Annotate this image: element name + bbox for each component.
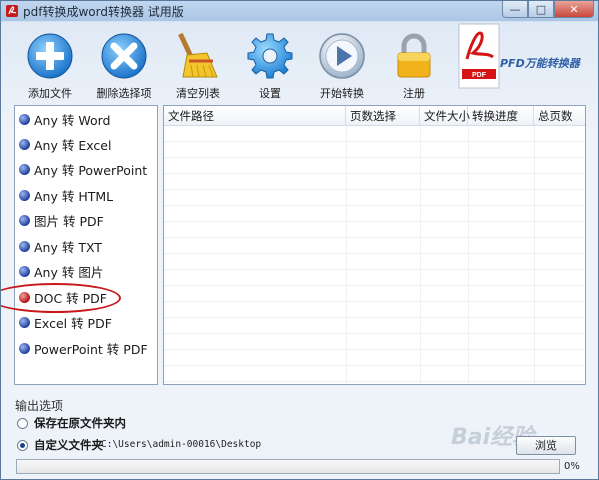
lock-icon (397, 33, 431, 78)
table-row (164, 158, 585, 174)
app-window: pdf转换成word转换器 试用版 — □ ✕ 添加文件 删除选择项 清空列表 … (0, 0, 599, 480)
radio-unchecked-icon[interactable] (17, 417, 28, 429)
table-row (164, 302, 585, 318)
output-options-title: 输出选项 (15, 399, 64, 413)
gear-icon (247, 33, 293, 79)
x-circle-icon (101, 33, 147, 79)
delete-selected-label: 删除选择项 (96, 87, 152, 100)
close-button[interactable]: ✕ (554, 1, 594, 18)
table-row (164, 254, 585, 270)
save-original-label: 保存在原文件夹内 (34, 416, 126, 430)
title-bar[interactable]: pdf转换成word转换器 试用版 — □ ✕ (1, 1, 598, 21)
start-convert-button[interactable]: 开始转换 (307, 31, 377, 100)
progress-percent: 0% (564, 461, 580, 472)
column-header-page-selection[interactable]: 页数选择 (346, 106, 420, 126)
settings-button[interactable]: 设置 (235, 31, 305, 100)
blue-dot-icon (19, 240, 30, 252)
table-header: 文件路径 页数选择 文件大小 转换进度 总页数 (164, 106, 585, 126)
window-controls: — □ ✕ (502, 1, 594, 19)
conversion-item-excel-to-pdf[interactable]: Excel 转 PDF (19, 311, 112, 333)
progress-bar (16, 459, 560, 474)
table-row (164, 318, 585, 334)
table-row (164, 334, 585, 350)
table-row (164, 366, 585, 382)
conversion-item-any-to-powerpoint[interactable]: Any 转 PowerPoint (19, 158, 147, 180)
save-original-option[interactable]: 保存在原文件夹内 (17, 415, 126, 431)
custom-folder-option[interactable]: 自定义文件夹 (17, 437, 103, 453)
blue-dot-icon (19, 138, 30, 150)
plus-circle-icon (27, 33, 73, 79)
conversion-item-label: 图片 转 PDF (34, 213, 104, 229)
file-table[interactable]: 文件路径 页数选择 文件大小 转换进度 总页数 (163, 105, 586, 385)
minimize-button[interactable]: — (502, 1, 528, 18)
register-label: 注册 (403, 87, 425, 100)
conversion-item-any-to-excel[interactable]: Any 转 Excel (19, 133, 111, 155)
conversion-item-any-to-html[interactable]: Any 转 HTML (19, 184, 113, 206)
delete-selected-button[interactable]: 删除选择项 (89, 31, 159, 100)
blue-dot-icon (19, 113, 30, 125)
broom-icon (178, 32, 218, 78)
maximize-button[interactable]: □ (528, 1, 554, 18)
table-row (164, 270, 585, 286)
table-row (164, 206, 585, 222)
register-button[interactable]: 注册 (379, 31, 449, 100)
table-row (164, 350, 585, 366)
brand-logo: PDF PFD万能转换器 (458, 23, 594, 89)
svg-text:PDF: PDF (472, 72, 487, 79)
add-file-label: 添加文件 (28, 87, 72, 100)
column-header-total-pages[interactable]: 总页数 (534, 106, 585, 126)
table-row (164, 126, 585, 142)
blue-dot-icon (19, 342, 30, 354)
conversion-item-image-to-pdf[interactable]: 图片 转 PDF (19, 209, 104, 231)
window-title: pdf转换成word转换器 试用版 (23, 5, 184, 19)
table-row (164, 190, 585, 206)
pdf-logo-icon: PDF (458, 23, 500, 89)
clear-list-button[interactable]: 清空列表 (163, 31, 233, 100)
conversion-item-label: Excel 转 PDF (34, 315, 112, 331)
conversion-item-any-to-txt[interactable]: Any 转 TXT (19, 235, 102, 257)
blue-dot-icon (19, 316, 30, 328)
conversion-item-label: Any 转 Excel (34, 137, 112, 153)
play-icon (319, 33, 365, 79)
add-file-button[interactable]: 添加文件 (15, 31, 85, 100)
clear-list-label: 清空列表 (176, 87, 220, 100)
blue-dot-icon (19, 214, 30, 226)
conversion-item-powerpoint-to-pdf[interactable]: PowerPoint 转 PDF (19, 337, 148, 359)
table-row (164, 174, 585, 190)
blue-dot-icon (19, 189, 30, 201)
pdf-app-icon (6, 5, 18, 17)
table-row (164, 222, 585, 238)
brand-name: PFD万能转换器 (500, 57, 580, 70)
column-header-progress[interactable]: 转换进度 (468, 106, 534, 126)
conversion-item-label: Any 转 Word (34, 112, 111, 128)
conversion-item-label: PowerPoint 转 PDF (34, 341, 148, 357)
blue-dot-icon (19, 265, 30, 277)
radio-checked-icon[interactable] (17, 439, 28, 451)
custom-folder-label: 自定义文件夹 (34, 438, 103, 452)
blue-dot-icon (19, 163, 30, 175)
table-row (164, 286, 585, 302)
column-header-file-path[interactable]: 文件路径 (164, 106, 346, 126)
conversion-item-any-to-image[interactable]: Any 转 图片 (19, 260, 103, 282)
table-row (164, 142, 585, 158)
conversion-item-any-to-word[interactable]: Any 转 Word (19, 108, 110, 130)
browse-button[interactable]: 浏览 (516, 436, 576, 455)
conversion-item-label: Any 转 图片 (34, 264, 104, 280)
conversion-item-label: Any 转 HTML (34, 188, 114, 204)
start-convert-label: 开始转换 (320, 87, 364, 100)
conversion-item-label: Any 转 TXT (34, 239, 102, 255)
table-row (164, 238, 585, 254)
conversion-item-label: Any 转 PowerPoint (34, 162, 148, 178)
conversion-list: Any 转 Word Any 转 Excel Any 转 PowerPoint … (14, 105, 158, 385)
output-path-field[interactable] (101, 437, 511, 453)
settings-label: 设置 (259, 87, 281, 100)
column-header-file-size[interactable]: 文件大小 (420, 106, 470, 126)
